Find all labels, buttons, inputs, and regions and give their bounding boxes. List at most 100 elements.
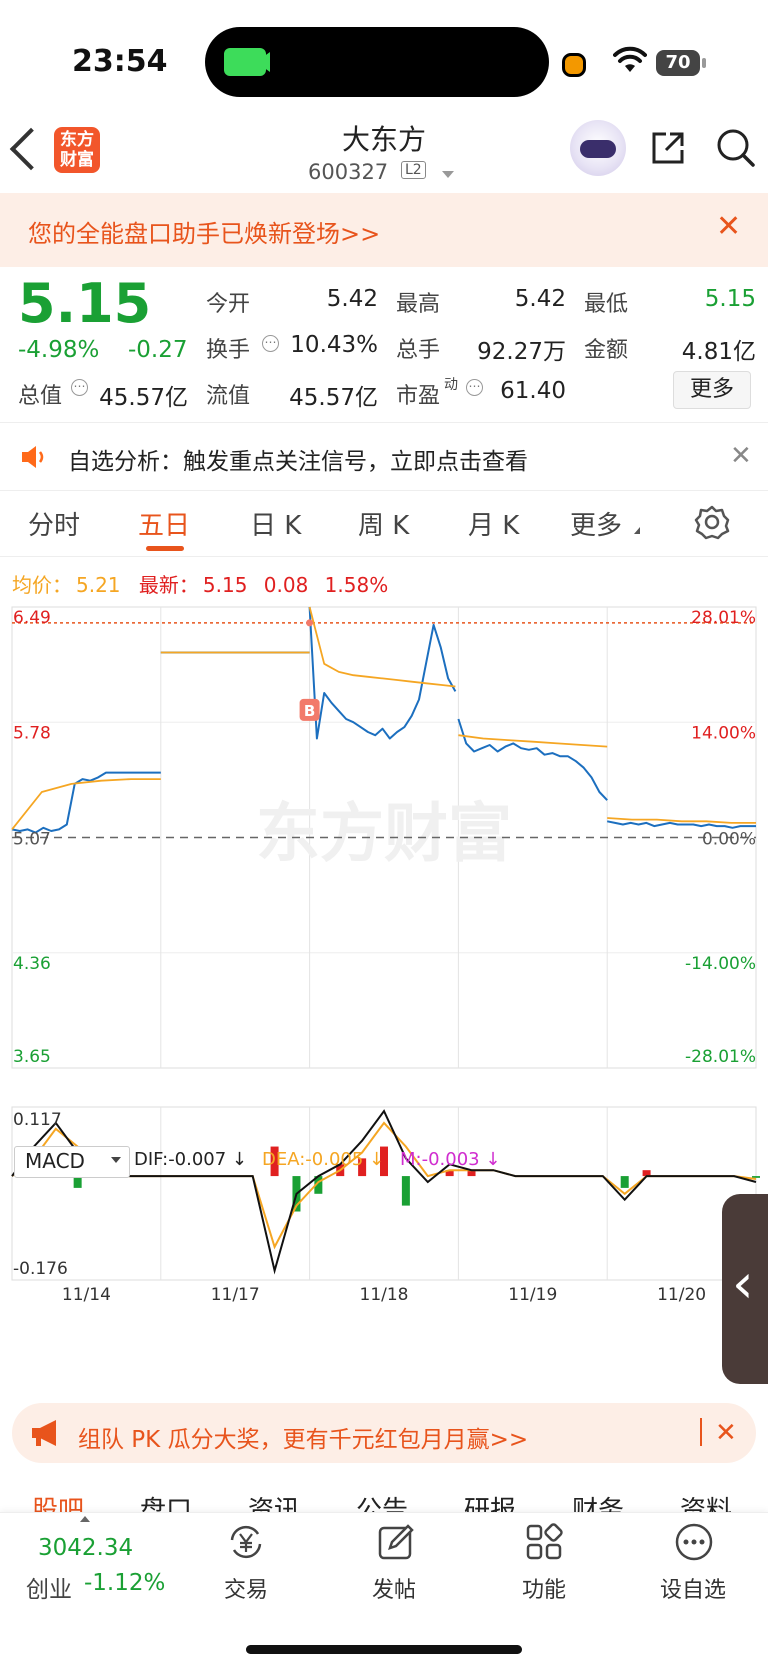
- chevron-down-icon[interactable]: [442, 171, 454, 178]
- value-total-value: 45.57亿: [99, 385, 188, 411]
- chevron-left-icon: ‹: [732, 1252, 754, 1315]
- search-icon[interactable]: [716, 128, 756, 168]
- chevron-down-icon: [111, 1157, 121, 1163]
- grid-icon[interactable]: [524, 1522, 564, 1562]
- latest-label: 最新：: [138, 573, 199, 597]
- buy-marker-label: B: [304, 702, 315, 720]
- y-axis-right-label: 28.01%: [691, 608, 756, 628]
- functions-label[interactable]: 功能: [522, 1572, 566, 1604]
- tab-daily-k[interactable]: 日 K: [250, 505, 301, 542]
- subtab-guba[interactable]: 股吧: [32, 1490, 84, 1512]
- avg-label: 均价：: [12, 573, 72, 597]
- label-high: 最高: [396, 292, 441, 317]
- latest-pct: 1.58%: [324, 573, 389, 597]
- tab-more[interactable]: 更多: [570, 505, 622, 542]
- y-axis-right-label: -14.00%: [685, 954, 756, 974]
- y-axis-right-label: -28.01%: [685, 1047, 756, 1067]
- more-button[interactable]: 更多: [673, 371, 751, 409]
- y-axis-right-label: 14.00%: [691, 723, 756, 743]
- pe-dynamic-sup: 动: [444, 377, 458, 393]
- current-price: 5.15: [18, 272, 152, 335]
- indicator-select[interactable]: MACD: [14, 1146, 130, 1178]
- assistant-face: [580, 140, 616, 158]
- battery-icon: 70: [656, 50, 700, 76]
- index-percent[interactable]: -1.12%: [84, 1570, 165, 1596]
- pk-promo-text[interactable]: 组队 PK 瓜分大奖，更有千元红包月月赢>>: [78, 1420, 528, 1454]
- share-icon[interactable]: [650, 130, 686, 166]
- subtab-news[interactable]: 资讯: [248, 1490, 300, 1512]
- divider: [0, 422, 768, 423]
- promo-banner-text[interactable]: 您的全能盘口助手已焕新登场>>: [28, 214, 380, 249]
- post-label[interactable]: 发帖: [372, 1572, 416, 1604]
- index-value[interactable]: 3042.34: [38, 1535, 133, 1561]
- wifi-icon: [613, 46, 647, 72]
- avg-value: 5.21: [76, 573, 121, 597]
- stock-code: 600327: [308, 160, 389, 184]
- label-total-value: 总值: [18, 384, 63, 409]
- macd-panel-frame: [11, 1106, 757, 1281]
- home-indicator: [246, 1645, 522, 1654]
- value-float-value: 45.57亿: [289, 385, 378, 411]
- macd-dif: DIF:-0.007 ↓: [134, 1149, 248, 1170]
- alert-text[interactable]: 自选分析：触发重点关注信号，立即点击查看: [68, 442, 528, 476]
- index-name[interactable]: 创业: [26, 1570, 72, 1604]
- info-icon[interactable]: ⋯: [262, 335, 279, 352]
- level-badge[interactable]: L2: [401, 161, 426, 179]
- trade-label[interactable]: 交易: [224, 1572, 268, 1604]
- latest-value: 5.15: [202, 573, 248, 597]
- value-pe: 61.40: [500, 378, 566, 404]
- side-drawer-handle[interactable]: ‹: [722, 1194, 768, 1384]
- macd-y-min-label: -0.176: [13, 1259, 68, 1279]
- change-amount: -0.27: [128, 337, 188, 363]
- close-icon[interactable]: ✕: [715, 1418, 737, 1448]
- label-low: 最低: [584, 292, 629, 317]
- expand-up-icon[interactable]: [80, 1516, 90, 1522]
- tab-intraday[interactable]: 分时: [28, 505, 80, 542]
- label-turnover: 换手: [206, 338, 251, 363]
- more-caret-icon: [634, 527, 640, 534]
- five-day-chart[interactable]: 东方财富 B 6.49 28.01% 5.78 14.00% 5.07 0.00% 4.36 -1…: [0, 600, 768, 1400]
- value-amount: 4.81亿: [681, 339, 756, 365]
- tab-weekly-k[interactable]: 周 K: [358, 505, 409, 542]
- active-tab-indicator: [146, 546, 184, 551]
- subtab-announcements[interactable]: 公告: [356, 1490, 408, 1512]
- value-volume: 92.27万: [477, 339, 566, 365]
- recording-dot-icon: [562, 53, 586, 77]
- latest-change: 0.08: [263, 573, 309, 597]
- x-axis-date-label: 11/14: [62, 1285, 111, 1305]
- value-low: 5.15: [704, 286, 756, 312]
- value-turnover: 10.43%: [290, 332, 378, 358]
- battery-cap: [702, 58, 706, 68]
- value-open: 5.42: [326, 286, 378, 312]
- info-icon[interactable]: ⋯: [71, 379, 88, 396]
- divider: [0, 490, 768, 491]
- close-icon[interactable]: ✕: [716, 212, 741, 242]
- subtab-reports[interactable]: 研报: [464, 1490, 516, 1512]
- sub-tabs: 股吧 盘口 资讯 公告 研报 财务 资料: [0, 1478, 768, 1512]
- y-axis-left-label: 4.36: [13, 954, 51, 974]
- high-point-dot: [306, 619, 314, 627]
- y-axis-right-label: 0.00%: [702, 830, 756, 850]
- info-icon[interactable]: ⋯: [466, 379, 483, 396]
- subtab-finance[interactable]: 财务: [572, 1490, 624, 1512]
- megaphone-icon: [32, 1420, 56, 1446]
- divider: [0, 556, 768, 557]
- subtab-pankou[interactable]: 盘口: [140, 1490, 192, 1512]
- close-icon[interactable]: ✕: [730, 441, 752, 471]
- watermark-logo-text: 东方财富: [256, 798, 512, 872]
- more-dots-icon[interactable]: [674, 1522, 714, 1562]
- label-pe: 市盈: [396, 384, 441, 409]
- macd-dea: DEA:-0.005 ↓: [262, 1149, 385, 1170]
- macd-histogram-bar: [620, 1176, 629, 1188]
- tab-five-day[interactable]: 五日: [138, 505, 190, 542]
- subtab-profile[interactable]: 资料: [680, 1490, 732, 1512]
- add-watchlist-label[interactable]: 设自选: [660, 1572, 726, 1604]
- price-legend: 均价： 5.21 最新： 5.15 0.08 1.58%: [12, 569, 388, 598]
- macd-y-max-label: 0.117: [13, 1110, 62, 1130]
- gear-icon[interactable]: [694, 504, 730, 540]
- edit-icon[interactable]: [376, 1522, 416, 1562]
- macd-histogram-bar: [752, 1176, 760, 1178]
- yuan-exchange-icon[interactable]: [226, 1522, 266, 1562]
- x-axis-date-label: 11/20: [657, 1285, 706, 1305]
- tab-monthly-k[interactable]: 月 K: [468, 505, 519, 542]
